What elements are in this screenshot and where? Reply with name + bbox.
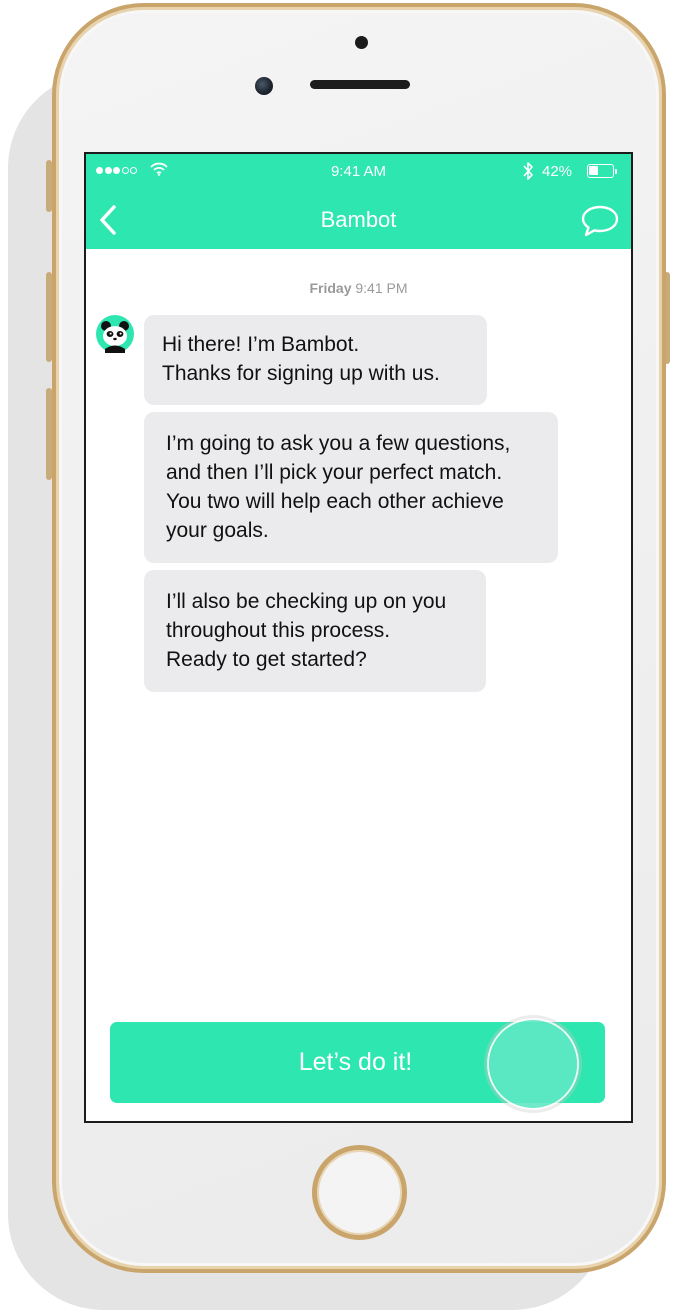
message-line: I’m going to ask you a few questions,: [166, 432, 511, 455]
message-line: I’ll also be checking up on you: [166, 590, 447, 613]
front-camera-icon: [355, 36, 368, 49]
message-bubble-1: Hi there! I’m Bambot. Thanks for signing…: [144, 315, 487, 405]
message-line: and then I’ll pick your perfect match.: [166, 461, 503, 484]
message-bubble-3: I’ll also be checking up on you througho…: [144, 570, 486, 692]
battery-tip: [615, 169, 617, 174]
message-line: throughout this process.: [166, 619, 391, 642]
message-line: Thanks for signing up with us.: [162, 362, 440, 385]
cta-label: Let’s do it!: [298, 1048, 413, 1076]
conversation-timestamp: Friday 9:41 PM: [86, 280, 631, 296]
message-line: Ready to get started?: [166, 648, 367, 671]
earpiece-speaker: [310, 80, 410, 89]
speech-bubble-icon[interactable]: [580, 204, 620, 238]
battery-icon: [587, 164, 614, 178]
nav-bar: Bambot: [86, 190, 631, 249]
touch-indicator: [489, 1020, 577, 1108]
timestamp-day: Friday: [309, 280, 352, 296]
timestamp-time: 9:41 PM: [355, 280, 408, 296]
message-line: You two will help each other achieve: [166, 490, 504, 513]
stage: 9:41 AM 42% Bambot Friday 9:41 PM Hi the…: [0, 0, 676, 1315]
message-line: your goals.: [166, 519, 269, 542]
phone-screen: 9:41 AM 42% Bambot Friday 9:41 PM Hi the…: [84, 152, 633, 1123]
message-bubble-2: I’m going to ask you a few questions, an…: [144, 412, 558, 563]
camera-lens-icon: [255, 77, 273, 95]
battery-level-fill: [589, 166, 598, 175]
home-button[interactable]: [312, 1145, 407, 1240]
nav-title: Bambot: [320, 207, 397, 232]
battery-percent: 42%: [542, 163, 573, 180]
message-line: Hi there! I’m Bambot.: [162, 333, 360, 356]
panda-icon: [96, 315, 134, 353]
bluetooth-icon: [523, 162, 533, 180]
status-bar: 9:41 AM 42%: [86, 154, 631, 190]
